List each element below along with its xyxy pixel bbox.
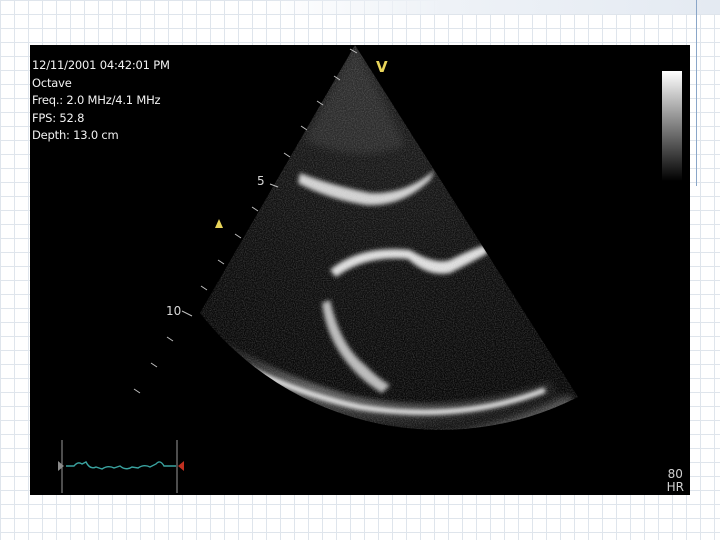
depth-label-10: 10 (166, 304, 182, 318)
probe-orientation-mark: V (376, 58, 388, 76)
ultrasound-screen: 12/11/2001 04:42:01 PM Octave Freq.: 2.0… (30, 45, 690, 495)
imaging-mode: Octave (32, 75, 72, 90)
heart-rate-unit: HR (666, 480, 684, 494)
ecg-strip (58, 440, 184, 493)
ecg-trace (66, 461, 176, 470)
depth-label-5: 5 (257, 174, 265, 188)
triangle-marker-icon (215, 219, 223, 228)
depth-readout: Depth: 13.0 cm (32, 128, 119, 142)
acquisition-date-time: 12/11/2001 04:42:01 PM (32, 58, 170, 72)
grayscale-bar (662, 71, 682, 181)
slide-corner-accent (262, 0, 720, 14)
acquisition-info: 12/11/2001 04:42:01 PM Octave Freq.: 2.0… (32, 57, 170, 145)
triangle-left-icon (178, 461, 184, 471)
slide-accent-line (696, 0, 697, 186)
frequency-readout: Freq.: 2.0 MHz/4.1 MHz (32, 93, 161, 107)
fps-readout: FPS: 52.8 (32, 110, 85, 125)
triangle-right-icon (58, 461, 64, 471)
heart-rate-readout: 80 HR (667, 468, 684, 494)
